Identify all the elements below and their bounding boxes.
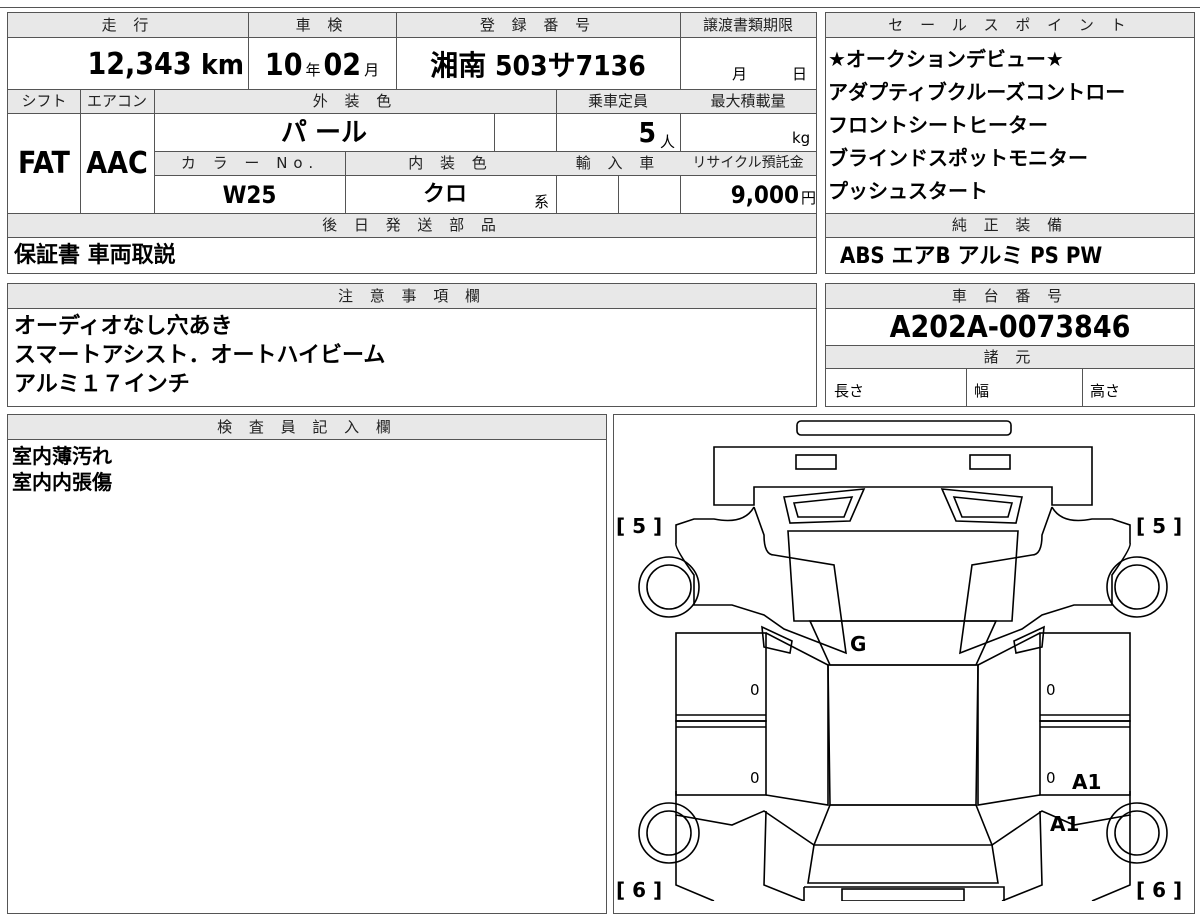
car-diagram-box: [ 5 ] [ 5 ] [ 6 ] [ 6 ] G A1 A1 0 0 0 0 (613, 414, 1195, 914)
mileage-number: 12,343 (87, 47, 192, 82)
inspector-box: 検 査 員 記 入 欄 室内薄汚れ 室内内張傷 (7, 414, 607, 914)
front-panel (713, 446, 1093, 506)
door-front-right (1039, 632, 1131, 722)
inspection-year-unit: 年 (305, 61, 321, 79)
inspection-month-unit: 月 (364, 61, 380, 79)
mileage-value: 12,343 km (8, 39, 244, 89)
wheel-rear-left (638, 802, 700, 864)
recycle-value: 9,000 円 (680, 176, 816, 213)
sales-point-item: アダプティブクルーズコントロー (828, 80, 1126, 104)
mileage-unit: km (201, 48, 244, 81)
hood (787, 530, 1019, 622)
sales-points-box: セ ー ル ス ポ イ ン ト ★オークションデビュー★ アダプティブクルーズコ… (825, 12, 1195, 274)
exterior-header: 外 装 色 (154, 90, 556, 113)
panel-mark-front-right: 0 (1046, 681, 1056, 699)
height-label: 高さ (1090, 382, 1121, 400)
transfer-day-unit: 日 (792, 65, 808, 83)
damage-mark-rear-door: A1 (1072, 770, 1101, 794)
panel-mark-front-left: 0 (750, 681, 760, 699)
registration-header: 登 録 番 号 (396, 13, 680, 37)
later-parts-value: 保証書 車両取説 (14, 243, 176, 268)
inspection-value: 10 年 02 月 (248, 39, 396, 89)
equipment-value: ABS エアB アルミ PS PW (840, 244, 1103, 269)
notes-header: 注 意 事 項 欄 (8, 284, 816, 308)
inspector-notes: 室内薄汚れ 室内内張傷 (12, 443, 112, 495)
notes-list: オーディオなし穴あき スマートアシスト．オートハイビーム アルミ１７インチ (14, 312, 385, 399)
damage-mark-rear-wheel: A1 (1050, 812, 1079, 836)
sales-point-item: ★オークションデビュー★ (828, 47, 1064, 71)
windshield-mark: G (850, 632, 866, 656)
roof (827, 664, 979, 806)
panel-mark-rear-left: 0 (750, 769, 760, 787)
inspector-line: 室内内張傷 (12, 470, 112, 494)
inspection-year: 10 (264, 48, 303, 83)
recycle-amount: 9,000 (730, 181, 799, 209)
inspection-month: 02 (323, 48, 362, 83)
shift-header: シフト (8, 90, 80, 113)
panel-mark-rear-right: 0 (1046, 769, 1056, 787)
registration-value: 湘南 503サ7136 (430, 49, 646, 82)
door-front-left (675, 632, 767, 722)
width-label: 幅 (974, 382, 990, 400)
transfer-header: 譲渡書類期限 (680, 13, 816, 37)
note-line: スマートアシスト．オートハイビーム (14, 343, 386, 368)
transfer-month-unit: 月 (732, 65, 748, 83)
sales-point-item: ブラインドスポットモニター (828, 146, 1088, 170)
tire-label-front-right: [ 5 ] (1136, 514, 1182, 538)
inspector-line: 室内薄汚れ (12, 444, 112, 468)
capacity-value: 5 (638, 116, 656, 149)
ac-header: エアコン (80, 90, 154, 113)
wheel-front-right (1106, 556, 1168, 618)
top-cutoff-strip (0, 0, 1200, 8)
front-lamp-left (795, 454, 837, 470)
front-bumper (796, 420, 1012, 436)
max-load-header: 最大積載量 (680, 90, 816, 113)
tire-label-front-left: [ 5 ] (616, 514, 662, 538)
chassis-header: 車 台 番 号 (826, 284, 1194, 308)
ac-value: AAC (86, 146, 148, 181)
tire-label-rear-right: [ 6 ] (1136, 878, 1182, 901)
body-outline (675, 506, 847, 655)
color-no-value: W25 (222, 181, 277, 209)
notes-box: 注 意 事 項 欄 オーディオなし穴あき スマートアシスト．オートハイビーム ア… (7, 283, 817, 407)
sales-point-item: プッシュスタート (828, 179, 988, 203)
note-line: アルミ１７インチ (14, 372, 190, 397)
wheel-front-left (638, 556, 700, 618)
exterior-value: パ ール (280, 118, 368, 148)
inspector-header: 検 査 員 記 入 欄 (8, 415, 606, 439)
tire-label-rear-left: [ 6 ] (616, 878, 662, 901)
recycle-header: リサイクル預託金 (680, 152, 816, 175)
max-load-unit: kg (792, 129, 811, 147)
rear-window (812, 804, 994, 846)
import-header: 輸 入 車 (556, 152, 680, 175)
windshield (808, 620, 998, 666)
shift-value: FAT (18, 146, 70, 181)
car-diagram: [ 5 ] [ 5 ] [ 6 ] [ 6 ] G A1 A1 0 0 0 0 (616, 420, 1182, 901)
chassis-box: 車 台 番 号 A202A-0073846 諸 元 長さ 幅 高さ (825, 283, 1195, 407)
capacity-header: 乗車定員 (556, 90, 680, 113)
sales-points-list: ★オークションデビュー★ アダプティブクルーズコントロー フロントシートヒーター… (828, 43, 1125, 208)
sales-point-item: フロントシートヒーター (828, 113, 1048, 137)
inspection-header: 車 検 (248, 13, 396, 37)
mileage-header: 走 行 (8, 13, 248, 37)
front-lamp-right (969, 454, 1011, 470)
color-no-header: カ ラ ー No. (155, 152, 345, 175)
note-line: オーディオなし穴あき (14, 314, 233, 339)
sales-points-header: セ ー ル ス ポ イ ン ト (826, 13, 1194, 37)
headlight-right (940, 488, 1023, 524)
interior-header: 内 装 色 (345, 152, 556, 175)
equipment-header: 純 正 装 備 (826, 214, 1194, 237)
headlight-left (783, 488, 866, 524)
chassis-number: A202A-0073846 (889, 310, 1131, 345)
vehicle-info-box: 走 行 車 検 登 録 番 号 譲渡書類期限 12,343 km 10 年 02 月 … (7, 12, 817, 274)
interior-unit: 系 (534, 193, 550, 211)
length-label: 長さ (834, 382, 865, 400)
recycle-unit: 円 (800, 189, 816, 207)
later-parts-header: 後 日 発 送 部 品 (8, 214, 816, 237)
capacity-unit: 人 (660, 133, 676, 151)
specs-header: 諸 元 (826, 346, 1194, 368)
wheel-rear-right (1106, 802, 1168, 864)
interior-value: クロ (422, 182, 467, 207)
